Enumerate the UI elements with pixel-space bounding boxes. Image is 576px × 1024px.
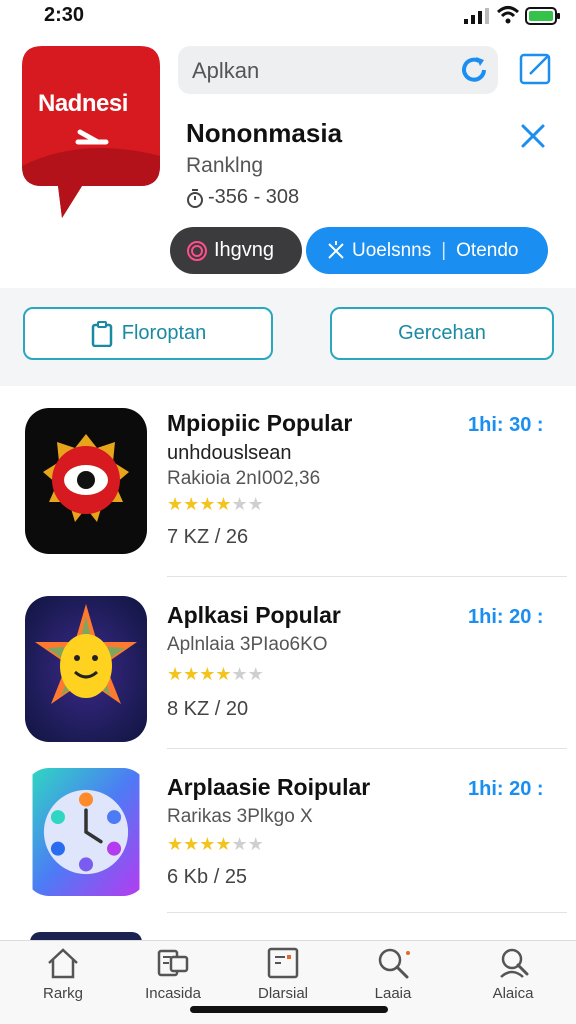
list-item-time: 1hi: 20 :: [468, 778, 544, 800]
apps-icon: [157, 949, 189, 977]
tab-label: Incasida: [145, 985, 201, 1002]
divider: [167, 748, 567, 749]
search-placeholder: Aplkan: [192, 58, 260, 83]
timer-icon: [187, 188, 203, 208]
tab-label: Dlarsial: [257, 985, 308, 1002]
gercehan-button[interactable]: Gercehan: [330, 307, 554, 360]
fingerprint-icon: [187, 240, 207, 261]
search-icon: [378, 948, 410, 979]
rating-stars: ★★★★★★: [167, 494, 264, 514]
profile-icon: [500, 948, 529, 978]
battery-icon: [525, 7, 560, 25]
clipboard-icon: [91, 320, 112, 347]
tab-alaica[interactable]: Alaica: [458, 945, 568, 1002]
tab-rarkg[interactable]: Rarkg: [8, 945, 118, 1002]
tab-label: Laaia: [374, 985, 412, 1002]
list-item-time: 1hi: 30 :: [468, 414, 544, 436]
clock-apps-icon: [32, 768, 140, 896]
app-logo-text: Nadnesi: [38, 90, 128, 117]
home-icon: [48, 948, 78, 979]
blue-pill-button[interactable]: Uoelsnns | Otendo: [306, 227, 548, 274]
tab-laaia[interactable]: Laaia: [338, 945, 448, 1002]
close-icon[interactable]: [519, 122, 547, 150]
tab-label: Alaica: [492, 985, 534, 1002]
list-item-subtitle: unhdouslsean: [167, 442, 292, 464]
status-time: 2:30: [44, 4, 85, 26]
divider: [167, 912, 567, 913]
list-item-desc: Rakioia 2nI002,36: [167, 468, 321, 489]
list-item-desc: Rarikas 3Plkgo X: [167, 806, 313, 827]
page-title: Nononmasia: [186, 118, 343, 148]
pill-separator: |: [441, 239, 447, 261]
list-item-title: Mpiopiic Popular: [167, 410, 353, 436]
list-item-size: 8 KZ / 20: [167, 698, 249, 720]
window-icon: [267, 947, 299, 979]
refresh-icon[interactable]: [458, 54, 490, 86]
page-subtitle: Ranklng: [186, 154, 264, 177]
list-item-time: 1hi: 20 :: [468, 606, 544, 628]
list-item-title: Aplkasi Popular: [167, 602, 341, 628]
search-input[interactable]: Aplkan: [178, 46, 498, 94]
list-item-size: 7 KZ / 26: [167, 526, 249, 548]
meta-text: -356 - 308: [208, 186, 300, 208]
divider: [167, 576, 567, 577]
list-item-desc: Aplnlaia 3PIao6KO: [167, 634, 328, 655]
sparkle-icon: [328, 240, 344, 259]
wifi-icon: [496, 6, 520, 24]
blue-pill-label-b: Otendo: [456, 239, 519, 261]
app-header: Nadnesi Aplkan Nononmasia Ranklng -356 -…: [0, 34, 576, 288]
eye-monster-icon: [25, 408, 147, 554]
blue-pill-label-a: Uoelsnns: [352, 239, 432, 261]
dark-pill-label: Ihgvng: [214, 239, 275, 261]
sun-face-icon: [25, 596, 147, 742]
dark-pill-button[interactable]: Ihgvng: [170, 227, 302, 274]
meta-info: -356 - 308: [186, 186, 299, 209]
tab-dlarsial[interactable]: Dlarsial: [228, 945, 338, 1002]
status-bar: 2:30: [0, 0, 576, 34]
tab-label: Rarkg: [42, 985, 83, 1002]
floroptan-label: Floroptan: [121, 322, 207, 344]
home-indicator[interactable]: [190, 1006, 388, 1013]
app-logo-icon[interactable]: [22, 46, 160, 218]
gercehan-label: Gercehan: [398, 322, 486, 344]
cellular-signal-icon: [464, 8, 489, 24]
floroptan-button[interactable]: Floroptan: [23, 307, 273, 360]
rating-stars: ★★★★★★: [167, 834, 264, 854]
list-item-size: 6 Kb / 25: [167, 866, 248, 888]
list-item-title: Arplaasie Roipular: [167, 774, 371, 800]
compose-icon[interactable]: [518, 50, 554, 86]
tab-incasida[interactable]: Incasida: [118, 945, 228, 1002]
rating-stars: ★★★★★★: [167, 664, 264, 684]
